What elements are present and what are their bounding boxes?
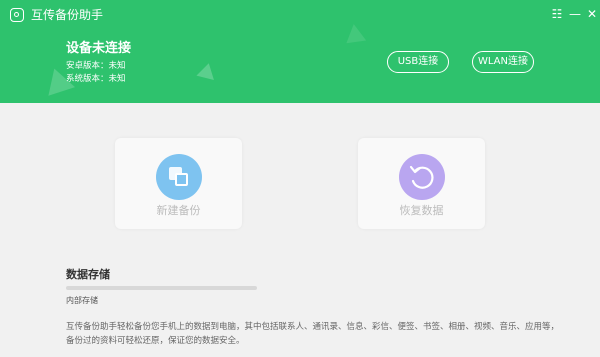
new-backup-label: 新建备份 bbox=[156, 204, 201, 217]
app-title: 互传备份助手 bbox=[31, 8, 104, 22]
decorative-triangle bbox=[196, 61, 218, 80]
system-version: 系统版本：未知 bbox=[66, 74, 126, 84]
wlan-connect-button[interactable]: WLAN连接 bbox=[472, 51, 534, 73]
internal-storage-label: 内部存储 bbox=[66, 296, 98, 305]
new-backup-card[interactable]: 新建备份 bbox=[115, 138, 242, 229]
storage-usage-bar bbox=[66, 286, 257, 290]
header-banner: 互传备份助手 ☷ — ✕ 设备未连接 安卓版本：未知 系统版本：未知 USB连接… bbox=[0, 0, 600, 103]
android-version: 安卓版本：未知 bbox=[66, 61, 126, 71]
menu-icon[interactable]: ☷ bbox=[550, 7, 564, 21]
device-status: 设备未连接 bbox=[66, 41, 132, 56]
app-description: 互传备份助手轻松备份您手机上的数据到电脑，其中包括联系人、通讯录、信息、彩信、便… bbox=[66, 322, 560, 346]
app-logo-icon bbox=[10, 8, 24, 22]
minimize-icon[interactable]: — bbox=[568, 7, 582, 21]
restore-icon bbox=[399, 154, 445, 200]
usb-connect-button[interactable]: USB连接 bbox=[387, 51, 449, 73]
restore-data-card[interactable]: 恢复数据 bbox=[358, 138, 485, 229]
storage-title: 数据存储 bbox=[66, 268, 110, 281]
restore-data-label: 恢复数据 bbox=[399, 204, 444, 217]
close-icon[interactable]: ✕ bbox=[585, 7, 599, 21]
backup-icon bbox=[156, 154, 202, 200]
title-bar: 互传备份助手 ☷ — ✕ bbox=[0, 0, 600, 30]
